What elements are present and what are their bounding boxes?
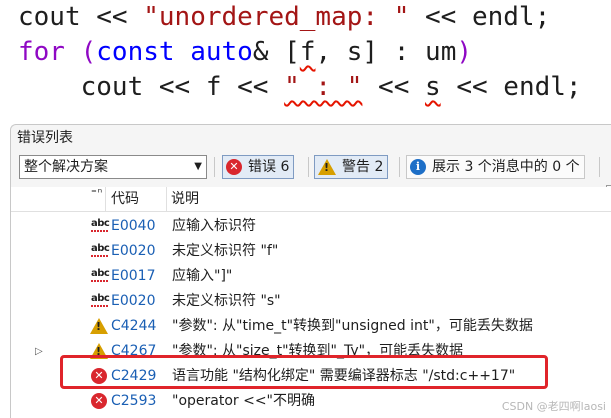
scope-selected-value: 整个解决方案 — [24, 159, 108, 175]
error-code-link[interactable]: C2429 — [111, 364, 156, 389]
error-code-link[interactable]: C4244 — [111, 314, 156, 339]
error-description: 未定义标识符 "s" — [172, 293, 281, 309]
error-list-panel: 错误列表 整个解决方案 ▼ ✕ 错误 6 警告 2 i 展示 3 个消息中的 0… — [10, 124, 611, 418]
column-chooser-icon[interactable]: ⁼ⁿ — [91, 181, 103, 205]
string-literal: "unordered_map: " — [143, 2, 410, 32]
code-token: << endl; — [409, 2, 551, 32]
row-icon: abc — [91, 293, 111, 309]
error-icon: ✕ — [226, 159, 242, 175]
error-description: "operator <<"不明确 — [172, 393, 316, 409]
column-separator[interactable] — [166, 187, 167, 211]
toolbar-separator — [308, 157, 309, 177]
code-token: << — [96, 2, 144, 32]
row-icon — [90, 343, 108, 359]
error-rows: abc E0040 应输入标识符 abc E0020 未定义标识符 "f" abc E0017… — [11, 212, 611, 418]
error-list-toolbar: 整个解决方案 ▼ ✕ 错误 6 警告 2 i 展示 3 个消息中的 0 个 — [11, 155, 611, 209]
errors-filter-label: 错误 6 — [248, 159, 290, 175]
toolbar-separator — [399, 157, 400, 177]
warnings-filter-label: 警告 2 — [342, 159, 384, 175]
toolbar-separator — [599, 157, 600, 177]
messages-filter-button[interactable]: i 展示 3 个消息中的 0 个 — [406, 155, 585, 179]
error-row[interactable]: abc E0020 未定义标识符 "f" — [11, 239, 611, 264]
error-code-link[interactable]: E0020 — [111, 239, 155, 264]
error-row[interactable]: ▷ C4267 "参数": 从"size_t"转换到"_Ty"，可能丢失数据 — [11, 339, 611, 364]
error-code-link[interactable]: E0040 — [111, 214, 155, 239]
error-row[interactable]: abc E0040 应输入标识符 — [11, 214, 611, 239]
code-token: & — [252, 37, 285, 67]
code-token: cout — [18, 2, 97, 32]
intellisense-error-icon: abc — [91, 243, 111, 259]
warning-icon — [90, 318, 108, 334]
messages-filter-label: 展示 3 个消息中的 0 个 — [432, 159, 580, 175]
info-icon: i — [410, 159, 426, 175]
chevron-down-icon: ▼ — [194, 161, 202, 172]
code-line-3[interactable]: cout << f << " : " << s << endl; — [18, 70, 582, 104]
warning-icon — [318, 159, 336, 175]
code-token: [ — [284, 37, 300, 67]
intellisense-error-icon: abc — [91, 218, 111, 234]
code-token: um — [425, 37, 457, 67]
error-icon: ✕ — [91, 368, 107, 384]
error-description: 未定义标识符 "f" — [172, 243, 279, 259]
toolbar-separator — [214, 157, 215, 177]
row-icon: abc — [91, 218, 111, 234]
errors-filter-button[interactable]: ✕ 错误 6 — [222, 155, 295, 179]
code-token: ) — [456, 37, 473, 67]
code-line-2[interactable]: for (const auto& [f, s] : um) — [18, 35, 472, 69]
error-description: 应输入"]" — [172, 268, 233, 284]
warning-icon — [90, 343, 108, 359]
error-row[interactable]: ✕ C2429 语言功能 "结构化绑定" 需要编译器标志 "/std:c++17" — [11, 364, 611, 389]
error-code-link[interactable]: C2593 — [111, 389, 156, 414]
panel-title: 错误列表 — [17, 130, 73, 146]
code-token: << — [362, 72, 426, 102]
grid-header: ⁼ⁿ 代码 说明 — [11, 186, 611, 212]
intellisense-error-icon: abc — [91, 293, 111, 309]
row-icon: ✕ — [91, 393, 107, 409]
error-description: 语言功能 "结构化绑定" 需要编译器标志 "/std:c++17" — [172, 368, 516, 384]
column-header-code[interactable]: 代码 — [111, 187, 139, 211]
code-line-1[interactable]: cout << "unordered_map: " << endl; — [18, 0, 550, 34]
keyword-for: for — [18, 37, 65, 67]
scope-dropdown[interactable]: 整个解决方案 ▼ — [19, 155, 207, 179]
error-icon: ✕ — [91, 393, 107, 409]
row-icon: abc — [91, 268, 111, 284]
column-header-description[interactable]: 说明 — [171, 187, 199, 211]
keyword-const: const — [96, 37, 175, 67]
error-code-link[interactable]: E0017 — [111, 264, 155, 289]
keyword-auto: auto — [190, 37, 253, 67]
row-icon: abc — [91, 243, 111, 259]
row-icon — [90, 318, 108, 334]
intellisense-error-icon: abc — [91, 268, 111, 284]
error-code-link[interactable]: E0020 — [111, 289, 155, 314]
column-separator[interactable] — [105, 187, 106, 211]
error-squiggle-s: s — [425, 72, 441, 102]
code-editor[interactable]: cout << "unordered_map: " << endl; for (… — [0, 0, 611, 118]
error-code-link[interactable]: C4267 — [111, 339, 156, 364]
error-description: "参数": 从"size_t"转换到"_Ty"，可能丢失数据 — [172, 343, 464, 359]
expand-arrow-icon[interactable]: ▷ — [35, 339, 43, 364]
string-literal: " : " — [284, 72, 363, 102]
error-description: 应输入标识符 — [172, 218, 256, 234]
error-squiggle-f: f — [299, 37, 316, 67]
row-icon: ✕ — [91, 368, 107, 384]
code-token: cout << f << — [18, 72, 285, 102]
code-token: , s] : — [315, 37, 426, 67]
watermark: CSDN @老四啊laosi — [501, 400, 606, 413]
error-row[interactable]: abc E0020 未定义标识符 "s" — [11, 289, 611, 314]
warnings-filter-button[interactable]: 警告 2 — [314, 155, 389, 179]
error-row[interactable]: C4244 "参数": 从"time_t"转换到"unsigned int"，可能… — [11, 314, 611, 339]
code-token: ( — [64, 37, 97, 67]
error-description: "参数": 从"time_t"转换到"unsigned int"，可能丢失数据 — [172, 318, 533, 334]
code-token: << endl; — [440, 72, 582, 102]
error-row[interactable]: abc E0017 应输入"]" — [11, 264, 611, 289]
